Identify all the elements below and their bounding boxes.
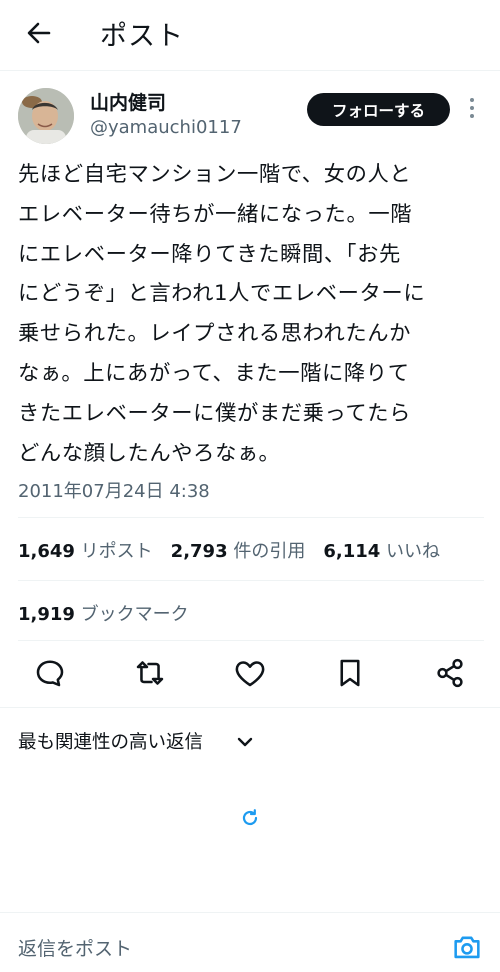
page-title: ポスト — [100, 21, 184, 52]
likes-stat[interactable]: 6,114 いいね — [323, 541, 440, 562]
bookmarks-count: 1,919 — [18, 604, 75, 625]
author-handle[interactable]: @yamauchi0117 — [90, 117, 242, 138]
avatar[interactable] — [18, 88, 74, 144]
bookmark-icon[interactable] — [332, 655, 368, 691]
reposts-stat[interactable]: 1,649 リポスト — [18, 541, 171, 562]
bookmarks-label: ブックマーク — [80, 604, 189, 625]
follow-button[interactable]: フォローする — [307, 93, 450, 126]
reply-icon[interactable] — [32, 655, 68, 691]
chevron-down-icon[interactable] — [234, 731, 256, 753]
divider — [0, 912, 500, 913]
divider — [18, 517, 484, 518]
engagement-stats: 1,649 リポスト 2,793 件の引用 6,114 いいね — [18, 537, 440, 563]
likes-label: いいね — [386, 541, 441, 562]
quotes-stat[interactable]: 2,793 件の引用 — [171, 541, 324, 562]
action-bar — [0, 655, 500, 695]
more-options-icon[interactable] — [466, 98, 478, 122]
likes-count: 6,114 — [323, 541, 381, 562]
divider — [18, 640, 484, 641]
tweet-text: 先ほど自宅マンション一階で、女の人と エレベーター待ちが一緒になった。一階 にエ… — [18, 162, 426, 466]
reply-input[interactable]: 返信をポスト — [18, 934, 132, 961]
loading-refresh-icon — [238, 806, 262, 830]
bookmarks-stat[interactable]: 1,919 ブックマーク — [18, 600, 207, 626]
like-icon[interactable] — [232, 655, 268, 691]
camera-icon[interactable] — [450, 930, 484, 964]
back-arrow-icon[interactable] — [22, 16, 56, 50]
divider — [0, 707, 500, 708]
tweet-timestamp[interactable]: 2011年07月24日 4:38 — [18, 477, 210, 503]
divider — [18, 580, 484, 581]
top-bar: ポスト — [0, 0, 500, 71]
author-name[interactable]: 山内健司 — [90, 88, 166, 115]
quotes-count: 2,793 — [170, 541, 228, 562]
quotes-label: 件の引用 — [233, 541, 306, 562]
repost-icon[interactable] — [132, 655, 168, 691]
reposts-count: 1,649 — [18, 541, 75, 562]
replies-sort-label[interactable]: 最も関連性の高い返信 — [18, 728, 203, 754]
share-icon[interactable] — [432, 655, 468, 691]
reposts-label: リポスト — [80, 541, 153, 562]
